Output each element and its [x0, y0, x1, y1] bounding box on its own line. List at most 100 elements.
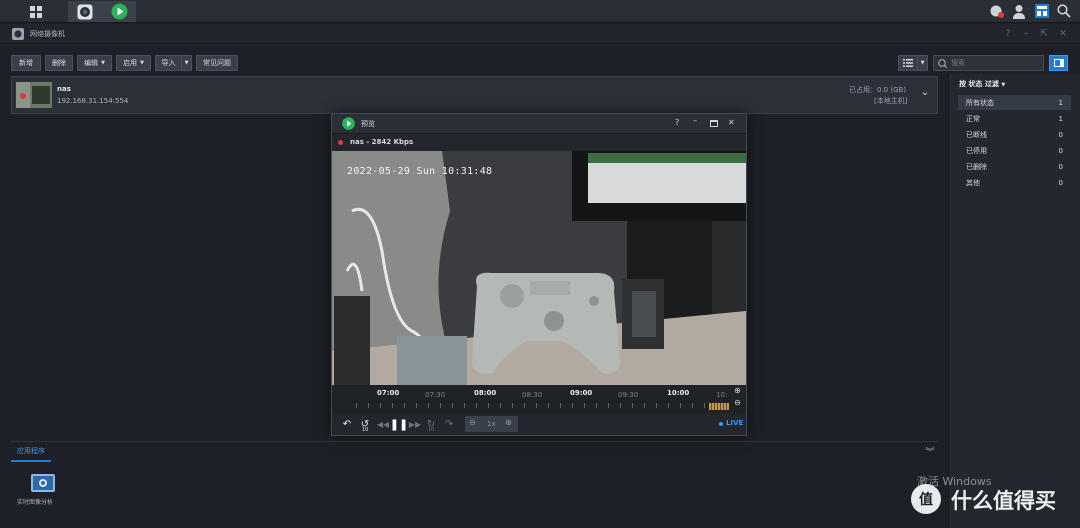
taskbar-camera-app[interactable] [68, 1, 102, 22]
chevron-down-icon: ▼ [920, 60, 925, 66]
camera-host: [本地主机] [874, 97, 908, 105]
speed-increase-icon[interactable]: ⊕ [505, 418, 512, 427]
app-live-analytics[interactable]: 实时图像分析 [17, 472, 65, 512]
filter-label: 正常 [966, 114, 980, 123]
search-icon[interactable] [1057, 4, 1071, 18]
import-dropdown-toggle[interactable]: ▼ [181, 55, 192, 71]
skip-fwd-10-button[interactable]: ↻ 10 [424, 417, 438, 434]
filter-item-other[interactable]: 其他 0 [958, 175, 1071, 190]
enable-label: 启用 [123, 59, 138, 67]
collapse-panel-icon[interactable]: ︾ [924, 445, 936, 458]
live-button[interactable]: LIVE [726, 419, 743, 427]
import-button[interactable]: 导入 [155, 55, 182, 71]
delete-button[interactable]: 删除 [45, 55, 73, 71]
video-osd-timestamp: 2022-05-29 Sun 10:31:48 [347, 166, 493, 177]
recording-segment [709, 403, 729, 410]
playback-controls: ↶ ↺ 10 ◀◀ ❚❚ ▶▶ ↻ 10 ↷ ⊖ 1x ⊕ LIVE [332, 413, 746, 435]
filter-count: 0 [1058, 178, 1063, 187]
main-menu-button[interactable] [12, 1, 60, 22]
search-box[interactable] [933, 55, 1044, 71]
filter-count: 0 [1058, 162, 1063, 171]
filter-title[interactable]: 按 状态 过滤 ▼ [959, 79, 1005, 89]
camera-thumbnail [16, 82, 52, 108]
stream-info-bar: nas - 2842 Kbps [332, 134, 746, 151]
app-label: 实时图像分析 [17, 499, 54, 506]
speed-value: 1x [487, 420, 496, 428]
add-button[interactable]: 新增 [11, 55, 41, 71]
preview-help-button[interactable]: ? [675, 118, 679, 127]
playback-timeline[interactable]: 07:00 07:30 08:00 08:30 09:00 09:30 10:0… [332, 385, 746, 413]
list-view-icon [903, 59, 913, 67]
edit-label: 编辑 [84, 59, 99, 67]
storage-usage: 已占用：0.0 (GB) [849, 86, 907, 94]
chevron-down-icon: ▼ [140, 60, 144, 66]
grid-icon [30, 5, 42, 18]
play-app-icon [342, 117, 355, 130]
camera-address: 192.168.31.154:554 [57, 97, 129, 105]
live-dot [719, 422, 723, 426]
taskbar-live-view-app[interactable] [102, 1, 136, 22]
filter-item-disconnected[interactable]: 已断线 0 [958, 127, 1071, 142]
jump-forward-icon[interactable]: ↷ [442, 417, 456, 431]
timeline-label: 07:00 [377, 389, 400, 397]
filter-count: 0 [1058, 130, 1063, 139]
timeline-label: 10: [716, 391, 728, 399]
tab-applications[interactable]: 应用程序 [11, 442, 51, 462]
previous-frame-icon[interactable]: ◀◀ [376, 417, 390, 431]
filter-title-text: 按 状态 过滤 [959, 80, 999, 88]
skip-fwd-value: 10 [427, 427, 435, 433]
recording-indicator [20, 93, 26, 99]
user-icon[interactable] [1012, 4, 1026, 19]
status-filter-panel: 按 状态 过滤 ▼ 所有状态 1 正常 1 已断线 0 已停用 0 已删除 0 其他 0 [948, 74, 1080, 528]
chat-notification-icon[interactable] [989, 4, 1005, 20]
preview-minimize-button[interactable]: – [693, 116, 697, 125]
filter-label: 已停用 [966, 146, 987, 155]
widgets-icon[interactable] [1034, 3, 1050, 19]
skip-back-10-button[interactable]: ↺ 10 [358, 417, 372, 434]
timeline-ticks [356, 403, 726, 408]
timeline-label: 09:00 [570, 389, 593, 397]
filter-item-normal[interactable]: 正常 1 [958, 111, 1071, 126]
video-frame-image [332, 151, 746, 385]
view-mode-dropdown[interactable]: ▼ [917, 55, 928, 71]
enable-dropdown[interactable]: 启用 ▼ [116, 55, 151, 71]
next-frame-icon[interactable]: ▶▶ [408, 417, 422, 431]
preview-close-button[interactable]: ✕ [728, 118, 735, 127]
live-video-feed[interactable]: 2022-05-29 Sun 10:31:48 [332, 151, 746, 385]
chevron-down-icon: ▼ [184, 60, 189, 66]
edit-dropdown[interactable]: 编辑 ▼ [77, 55, 112, 71]
filter-count: 1 [1058, 114, 1063, 123]
view-mode-button[interactable] [898, 55, 918, 71]
skip-back-value: 10 [361, 427, 369, 433]
preview-maximize-button[interactable] [710, 120, 718, 127]
preview-titlebar: 预览 ? – ✕ [332, 114, 746, 134]
filter-item-all[interactable]: 所有状态 1 [958, 95, 1071, 110]
expand-chevron-icon[interactable]: ⌄ [918, 87, 932, 101]
filter-label: 其他 [966, 178, 980, 187]
close-window-button[interactable]: ✕ [1056, 27, 1070, 41]
search-input[interactable] [951, 59, 1039, 67]
pin-button[interactable]: ⇱ [1037, 27, 1051, 41]
toggle-filter-panel-button[interactable] [1049, 55, 1068, 71]
zoom-out-icon[interactable]: ⊖ [734, 398, 741, 407]
timeline-label: 08:30 [522, 391, 543, 399]
pause-button[interactable]: ❚❚ [390, 417, 408, 431]
timeline-label: 09:30 [618, 391, 639, 399]
stream-label: nas - 2842 Kbps [350, 138, 414, 146]
camera-list-item[interactable]: nas 192.168.31.154:554 已占用：0.0 (GB) [本地主… [11, 76, 938, 114]
timeline-label: 08:00 [474, 389, 497, 397]
camera-app-small-icon [12, 28, 24, 40]
preview-window: 预览 ? – ✕ nas - 2842 Kbps 2022-05-29 Sun … [331, 113, 747, 436]
filter-item-deleted[interactable]: 已删除 0 [958, 159, 1071, 174]
camera-app-icon [77, 4, 93, 19]
help-button[interactable]: ? [1001, 27, 1015, 41]
search-icon [938, 59, 948, 68]
camera-name: nas [57, 85, 71, 93]
application-panel: 应用程序 ︾ 实时图像分析 [11, 441, 938, 528]
faq-button[interactable]: 常见问题 [196, 55, 238, 71]
minimize-button[interactable]: – [1019, 27, 1033, 41]
speed-decrease-icon[interactable]: ⊖ [469, 418, 476, 427]
filter-item-disabled[interactable]: 已停用 0 [958, 143, 1071, 158]
jump-back-icon[interactable]: ↶ [340, 417, 354, 431]
zoom-in-icon[interactable]: ⊕ [734, 386, 741, 395]
